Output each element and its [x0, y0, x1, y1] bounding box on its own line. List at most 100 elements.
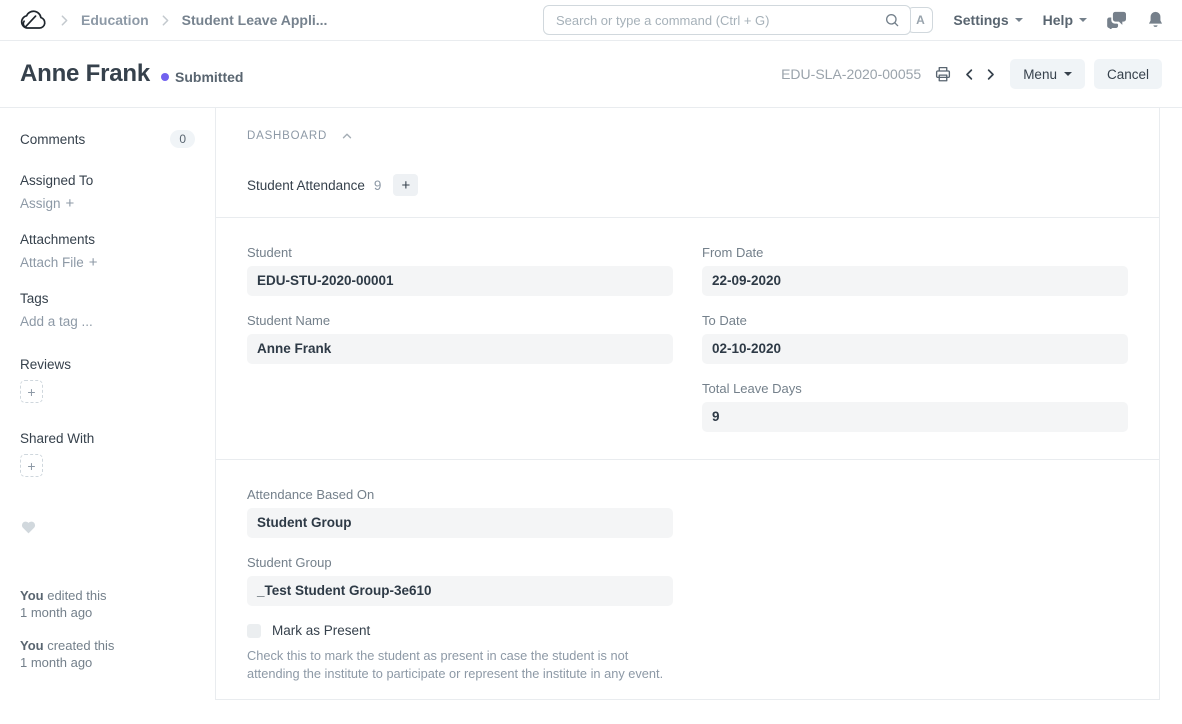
dashboard-links-row: Student Attendance 9 +	[247, 174, 1128, 196]
mark-as-present-description: Check this to mark the student as presen…	[247, 647, 673, 683]
comments-label: Comments	[20, 132, 85, 147]
activity-time: 1 month ago	[20, 655, 92, 670]
breadcrumb: Education Student Leave Appli...	[18, 9, 333, 31]
field-from-date: From Date 22-09-2020	[702, 245, 1128, 296]
student-field-label: Student	[247, 245, 673, 260]
total-leave-days-field-value[interactable]: 9	[702, 402, 1128, 432]
search-input[interactable]	[554, 12, 884, 29]
notifications-bell-icon[interactable]	[1147, 11, 1164, 29]
chevron-right-icon	[56, 12, 73, 29]
shared-with-heading: Shared With	[20, 431, 195, 446]
plus-icon: +	[401, 178, 410, 193]
form-column-left: Attendance Based On Student Group Studen…	[247, 487, 673, 683]
global-search[interactable]	[543, 5, 911, 35]
sidebar-section-attachments: Attachments Attach File +	[20, 232, 195, 270]
field-student-group: Student Group _Test Student Group-3e610	[247, 555, 673, 606]
plus-icon: +	[66, 196, 75, 211]
student-group-field-label: Student Group	[247, 555, 673, 570]
student-name-field-label: Student Name	[247, 313, 673, 328]
form-body: DASHBOARD Student Attendance 9 + Student…	[215, 108, 1160, 700]
activity-edited: You edited this 1 month ago	[20, 587, 195, 621]
mark-as-present-checkbox[interactable]	[247, 624, 261, 638]
add-review-button[interactable]: +	[20, 380, 43, 403]
plus-icon: +	[89, 255, 98, 270]
form-column-left: Student EDU-STU-2020-00001 Student Name …	[247, 245, 673, 449]
breadcrumb-student-leave-application[interactable]: Student Leave Appli...	[176, 12, 334, 28]
to-date-field-value[interactable]: 02-10-2020	[702, 334, 1128, 364]
chevron-down-icon	[1079, 18, 1087, 22]
student-name-field-value[interactable]: Anne Frank	[247, 334, 673, 364]
student-attendance-link[interactable]: Student Attendance	[247, 178, 365, 193]
field-total-leave-days: Total Leave Days 9	[702, 381, 1128, 432]
assign-button[interactable]: Assign +	[20, 196, 74, 211]
activity-created: You created this 1 month ago	[20, 637, 195, 671]
tags-heading: Tags	[20, 291, 195, 306]
student-attendance-count: 9	[374, 178, 382, 193]
from-date-field-label: From Date	[702, 245, 1128, 260]
field-student: Student EDU-STU-2020-00001	[247, 245, 673, 296]
comments-count-badge: 0	[170, 130, 195, 148]
app-logo[interactable]	[18, 9, 48, 31]
assigned-to-heading: Assigned To	[20, 173, 195, 188]
activity-actor: You	[20, 638, 44, 653]
sidebar-section-tags: Tags Add a tag ...	[20, 291, 195, 329]
chevron-up-icon	[340, 129, 354, 143]
breadcrumb-education[interactable]: Education	[75, 12, 155, 28]
status-label: Submitted	[175, 69, 243, 85]
field-attendance-based-on: Attendance Based On Student Group	[247, 487, 673, 538]
page-title: Anne Frank	[20, 60, 150, 88]
student-field-value[interactable]: EDU-STU-2020-00001	[247, 266, 673, 296]
from-date-field-value[interactable]: 22-09-2020	[702, 266, 1128, 296]
document-id: EDU-SLA-2020-00055	[781, 66, 921, 82]
activity-action: edited this	[47, 588, 106, 603]
cancel-button[interactable]: Cancel	[1094, 59, 1162, 89]
attendance-based-on-field-label: Attendance Based On	[247, 487, 673, 502]
dashboard-heading: DASHBOARD	[247, 130, 327, 142]
attendance-based-on-field-value[interactable]: Student Group	[247, 508, 673, 538]
chevron-down-icon	[1015, 18, 1023, 22]
settings-label: Settings	[953, 12, 1008, 28]
sidebar-item-comments[interactable]: Comments 0	[20, 130, 195, 148]
add-tag-input[interactable]: Add a tag ...	[20, 314, 93, 329]
navbar: Education Student Leave Appli... A Setti…	[0, 0, 1182, 41]
add-student-attendance-button[interactable]: +	[393, 174, 418, 196]
previous-document-icon[interactable]	[959, 65, 980, 84]
next-document-icon[interactable]	[980, 65, 1001, 84]
status-badge: Submitted	[161, 69, 243, 85]
student-group-field-value[interactable]: _Test Student Group-3e610	[247, 576, 673, 606]
dashboard-section: DASHBOARD Student Attendance 9 +	[216, 108, 1159, 218]
field-to-date: To Date 02-10-2020	[702, 313, 1128, 364]
menu-button-label: Menu	[1023, 67, 1057, 82]
mark-as-present-label: Mark as Present	[272, 623, 370, 638]
form-sidebar: Comments 0 Assigned To Assign + Attachme…	[0, 108, 215, 700]
status-dot-icon	[161, 73, 169, 81]
to-date-field-label: To Date	[702, 313, 1128, 328]
help-label: Help	[1043, 12, 1073, 28]
menu-button[interactable]: Menu	[1010, 59, 1085, 89]
navbar-right: A Settings Help	[907, 7, 1164, 33]
total-leave-days-field-label: Total Leave Days	[702, 381, 1128, 396]
reviews-heading: Reviews	[20, 357, 195, 372]
print-icon[interactable]	[931, 63, 955, 85]
avatar[interactable]: A	[907, 7, 933, 33]
cancel-button-label: Cancel	[1107, 67, 1149, 82]
form-column-right	[702, 487, 1128, 683]
plus-icon: +	[27, 458, 35, 474]
dashboard-collapse-toggle[interactable]: DASHBOARD	[247, 129, 1128, 143]
share-button[interactable]: +	[20, 454, 43, 477]
sidebar-section-reviews: Reviews +	[20, 357, 195, 403]
assign-label: Assign	[20, 196, 61, 211]
settings-menu[interactable]: Settings	[953, 12, 1022, 28]
chat-icon[interactable]	[1107, 11, 1127, 29]
add-tag-label: Add a tag ...	[20, 314, 93, 329]
plus-icon: +	[27, 384, 35, 400]
form-section-attendance: Attendance Based On Student Group Studen…	[216, 460, 1159, 683]
activity-time: 1 month ago	[20, 605, 92, 620]
field-student-name: Student Name Anne Frank	[247, 313, 673, 364]
help-menu[interactable]: Help	[1043, 12, 1087, 28]
like-heart-icon[interactable]	[20, 519, 195, 537]
search-icon	[884, 12, 900, 28]
activity-action: created this	[47, 638, 114, 653]
chevron-right-icon	[157, 12, 174, 29]
attach-file-button[interactable]: Attach File +	[20, 255, 98, 270]
